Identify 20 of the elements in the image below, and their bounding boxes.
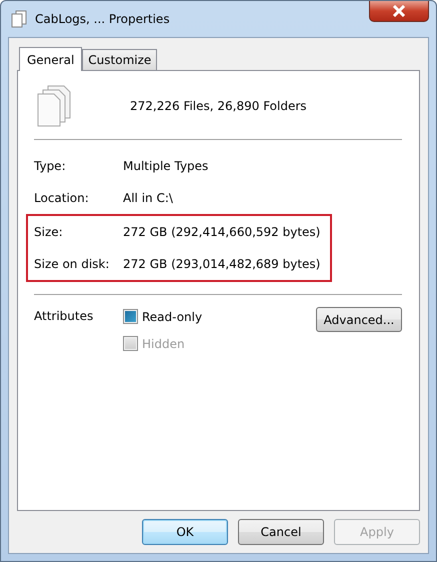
property-value: All in C:\ <box>123 191 173 205</box>
property-value: Multiple Types <box>123 159 208 173</box>
tab[interactable]: Customize <box>82 49 158 70</box>
dialog-button[interactable]: OK <box>142 519 228 545</box>
property-value: 272 GB (293,014,482,689 bytes) <box>123 257 320 271</box>
close-button[interactable] <box>369 1 429 22</box>
property-label: Type: <box>34 159 67 173</box>
checkbox[interactable]: Read-only <box>123 309 316 324</box>
property-value: 272 GB (292,414,660,592 bytes) <box>123 225 320 239</box>
documents-icon <box>11 10 27 28</box>
advanced-button[interactable]: Advanced... <box>316 307 402 332</box>
property-label: Size: <box>34 225 64 239</box>
file-count-text: 272,226 Files, 26,890 Folders <box>130 99 307 113</box>
attributes-label: Attributes <box>34 309 94 323</box>
property-label: Size on disk: <box>34 257 110 271</box>
window-title: CabLogs, ... Properties <box>35 12 170 26</box>
tab[interactable]: General <box>19 47 82 71</box>
dialog-button[interactable]: Cancel <box>238 519 324 545</box>
property-label: Location: <box>34 191 90 205</box>
close-icon <box>392 5 406 17</box>
